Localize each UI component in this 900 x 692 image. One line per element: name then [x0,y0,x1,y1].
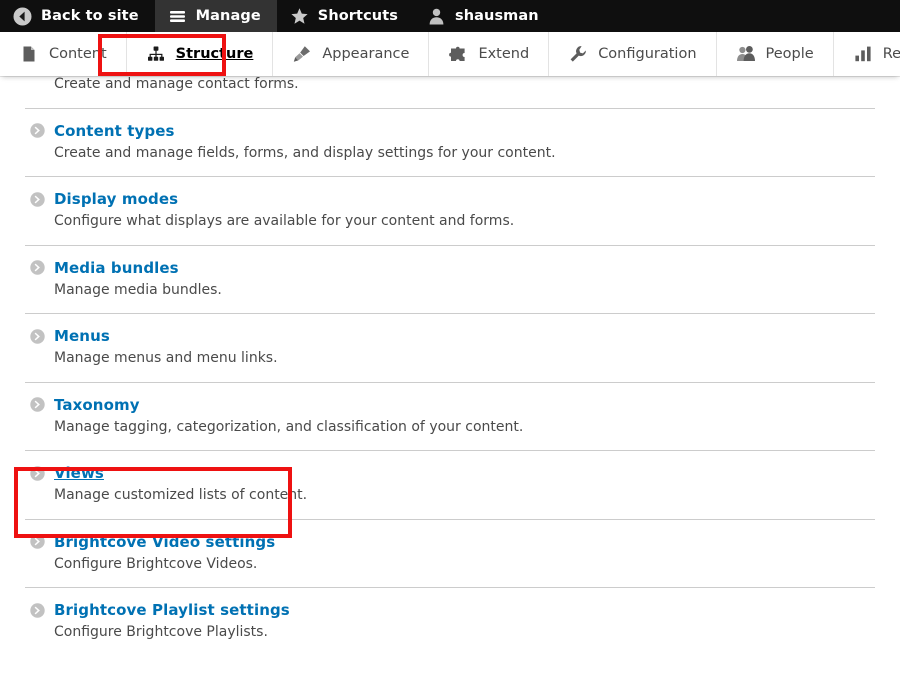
chevron-right-circle-icon [30,328,45,344]
puzzle-piece-icon [448,44,468,64]
chevron-right-circle-icon [30,465,45,481]
item-description: Create and manage contact forms. [54,76,299,92]
tab-configuration-label: Configuration [598,46,697,62]
tab-extend-label: Extend [478,46,530,62]
toolbar-back-to-site[interactable]: Back to site [0,0,155,32]
admin-block-list: Create and manage contact forms. Content… [25,76,875,656]
toolbar-user-account[interactable]: shausman [414,0,555,32]
toolbar-shortcuts-label: Shortcuts [317,8,398,24]
tab-appearance[interactable]: Appearance [273,32,430,76]
tab-structure[interactable]: Structure [127,32,274,76]
chevron-right-circle-icon [30,123,45,138]
item-title-link[interactable]: Brightcove Playlist settings [54,601,290,619]
chevron-right-circle-icon [30,602,45,618]
list-item-brightcove-playlist-settings[interactable]: Brightcove Playlist settings Configure B… [25,588,875,656]
tab-appearance-label: Appearance [322,46,410,62]
list-item-display-modes[interactable]: Display modes Configure what displays ar… [25,177,875,246]
chevron-right-circle-icon [30,397,45,412]
hamburger-menu-icon [168,7,187,26]
page-document-icon [19,44,39,64]
toolbar-manage[interactable]: Manage [154,0,277,32]
list-item-content-types[interactable]: Content types Create and manage fields, … [25,109,875,177]
item-description: Manage media bundles. [54,281,222,298]
admin-toolbar-tabs: Content Structure Appearance Extend Conf… [0,32,900,76]
item-title-link[interactable]: Taxonomy [54,396,140,414]
back-arrow-circle-icon [13,7,32,26]
people-icon [736,44,756,64]
chevron-right-circle-icon [30,191,45,207]
tab-people[interactable]: People [717,32,834,76]
user-avatar-icon [427,7,446,26]
item-title-link[interactable]: Content types [54,122,175,140]
item-title-link[interactable]: Brightcove Video settings [54,533,275,551]
wrench-icon [568,44,588,64]
tab-configuration[interactable]: Configuration [549,32,717,76]
item-title-link[interactable]: Menus [54,327,110,345]
list-item-brightcove-video-settings[interactable]: Brightcove Video settings Configure Brig… [25,520,875,588]
toolbar-user-label: shausman [454,8,539,24]
item-description: Manage menus and menu links. [54,350,278,366]
list-item-views[interactable]: Views Manage customized lists of content… [25,451,875,520]
star-icon [290,7,309,26]
tab-reports[interactable]: Reports [834,32,900,76]
item-title-link[interactable]: Display modes [54,190,178,208]
item-title-link[interactable]: Media bundles [54,259,179,277]
item-description: Create and manage fields, forms, and dis… [54,144,556,161]
item-description: Configure what displays are available fo… [54,213,515,229]
admin-toolbar-top: Back to site Manage Shortcuts shausman [0,0,900,32]
structure-admin-page: Create and manage contact forms. Content… [0,76,900,692]
tab-people-label: People [765,46,814,62]
list-item-contact-forms[interactable]: Create and manage contact forms. [25,76,875,109]
list-item-taxonomy[interactable]: Taxonomy Manage tagging, categorization,… [25,383,875,451]
sitemap-icon [146,44,166,64]
paintbrush-icon [292,44,312,64]
tab-content[interactable]: Content [0,32,127,76]
bar-chart-icon [853,44,873,64]
item-description: Configure Brightcove Videos. [54,555,258,572]
chevron-right-circle-icon [30,534,45,549]
tab-content-label: Content [49,46,107,62]
toolbar-manage-label: Manage [195,8,261,24]
chevron-right-circle-icon [30,260,45,275]
tab-reports-label: Reports [882,46,900,62]
list-item-menus[interactable]: Menus Manage menus and menu links. [25,314,875,383]
tab-structure-label: Structure [175,46,254,62]
list-item-media-bundles[interactable]: Media bundles Manage media bundles. [25,246,875,314]
toolbar-shortcuts[interactable]: Shortcuts [277,0,414,32]
item-description: Manage customized lists of content. [54,487,308,503]
item-description: Manage tagging, categorization, and clas… [54,418,524,435]
toolbar-back-to-site-label: Back to site [41,8,139,24]
tab-extend[interactable]: Extend [429,32,550,76]
item-description: Configure Brightcove Playlists. [54,624,268,640]
item-title-link[interactable]: Views [54,464,104,482]
